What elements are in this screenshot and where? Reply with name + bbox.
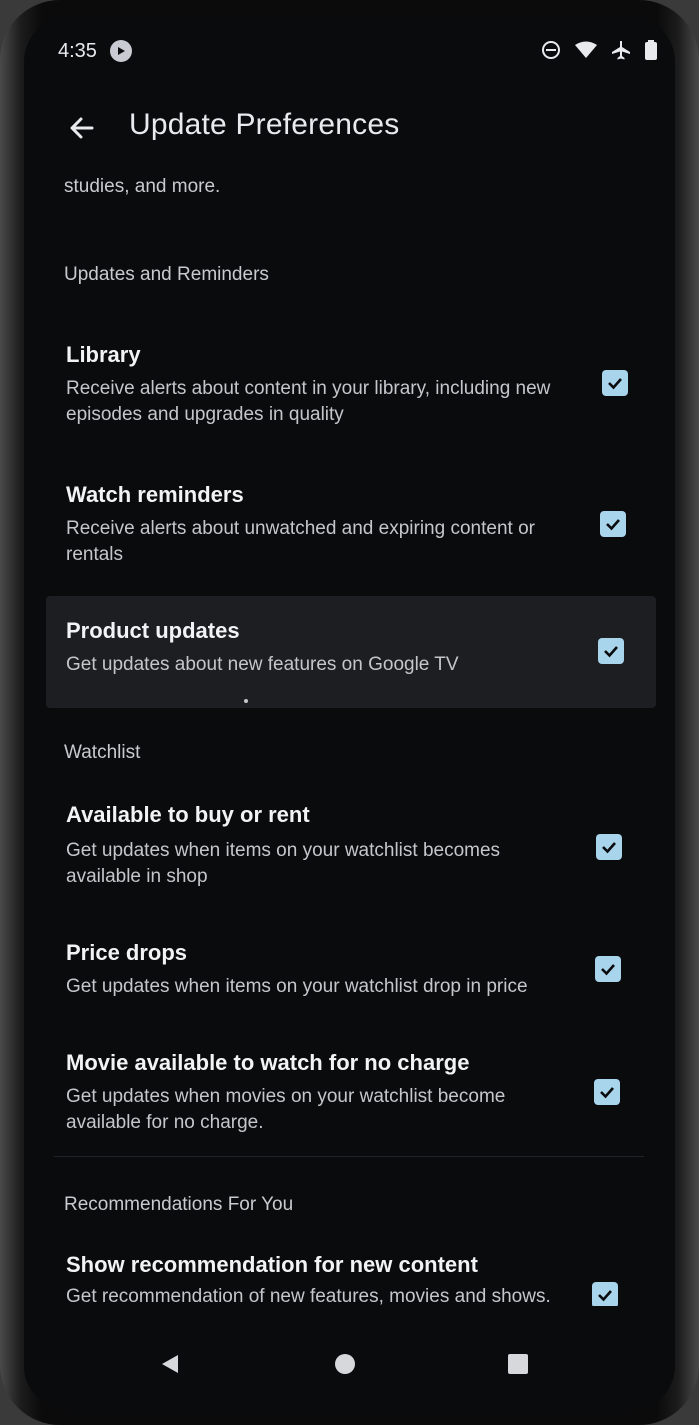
setting-show-recommendation[interactable]: Show recommendation for new content Get … — [54, 1238, 644, 1306]
setting-description: Get updates when movies on your watchlis… — [66, 1086, 506, 1133]
watch-reminders-checkbox[interactable] — [600, 511, 626, 537]
library-checkbox[interactable] — [602, 370, 628, 396]
setting-title: Movie available to watch for no charge — [66, 1050, 470, 1075]
setting-description: Get updates when items on your watchlist… — [66, 840, 501, 887]
setting-watch-reminders[interactable]: Watch reminders Receive alerts about unw… — [54, 466, 644, 566]
nav-recents-icon[interactable] — [500, 1346, 536, 1382]
setting-description: Get updates about new features on Google… — [66, 654, 459, 675]
section-header-watchlist: Watchlist — [64, 742, 141, 763]
navigation-bar — [24, 1316, 675, 1411]
status-icons — [541, 40, 657, 60]
setting-title: Watch reminders — [66, 482, 244, 507]
movie-no-charge-checkbox[interactable] — [594, 1079, 620, 1105]
back-arrow-icon[interactable] — [62, 108, 102, 148]
product-updates-checkbox[interactable] — [598, 638, 624, 664]
app-bar: Update Preferences — [24, 96, 675, 160]
battery-icon — [645, 40, 657, 60]
preferences-list[interactable]: studies, and more. Updates and Reminders… — [24, 166, 675, 1306]
page-title: Update Preferences — [129, 108, 400, 141]
setting-description: Get recommendation of new features, movi… — [66, 1286, 551, 1306]
setting-price-drops[interactable]: Price drops Get updates when items on yo… — [54, 924, 644, 1004]
dnd-icon — [541, 40, 561, 60]
setting-title: Show recommendation for new content — [66, 1252, 478, 1277]
setting-description: Get updates when items on your watchlist… — [66, 976, 528, 997]
setting-description: Receive alerts about unwatched and expir… — [66, 518, 535, 565]
nav-back-icon[interactable] — [152, 1346, 188, 1382]
app-notification-icon — [110, 40, 132, 62]
setting-available-to-buy-or-rent[interactable]: Available to buy or rent Get updates whe… — [54, 786, 644, 887]
setting-library[interactable]: Library Receive alerts about content in … — [54, 326, 644, 426]
price-drops-checkbox[interactable] — [595, 956, 621, 982]
setting-description: Receive alerts about content in your lib… — [66, 378, 551, 425]
setting-movie-no-charge[interactable]: Movie available to watch for no charge G… — [54, 1034, 644, 1134]
setting-title: Library — [66, 342, 141, 367]
section-header-recommendations: Recommendations For You — [64, 1194, 294, 1215]
nav-home-icon[interactable] — [327, 1346, 363, 1382]
available-to-buy-checkbox[interactable] — [596, 834, 622, 860]
airplane-icon — [611, 40, 631, 60]
wifi-icon — [575, 41, 597, 59]
scroll-indicator — [244, 699, 248, 703]
phone-screen: 4:35 Update Preferences studies, and mor… — [24, 16, 675, 1411]
intro-text: studies, and more. — [64, 176, 221, 197]
section-header-updates: Updates and Reminders — [64, 264, 269, 285]
status-bar: 4:35 — [24, 16, 675, 86]
setting-title: Product updates — [66, 618, 240, 643]
setting-title: Price drops — [66, 940, 188, 965]
show-recommendation-checkbox[interactable] — [592, 1282, 618, 1306]
setting-product-updates[interactable]: Product updates Get updates about new fe… — [46, 596, 656, 708]
status-time: 4:35 — [58, 40, 97, 62]
setting-title: Available to buy or rent — [66, 802, 310, 827]
section-divider — [54, 1156, 644, 1157]
